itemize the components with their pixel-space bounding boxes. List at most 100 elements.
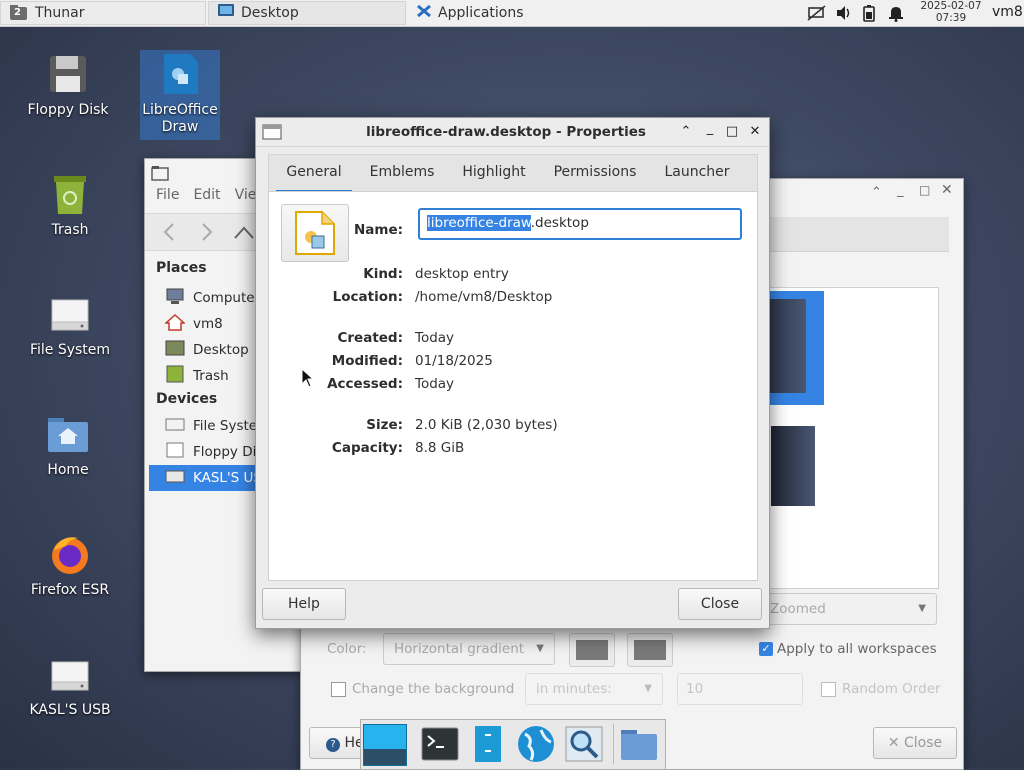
- secondary-color-button[interactable]: [627, 633, 673, 667]
- close-icon[interactable]: ✕: [747, 124, 763, 140]
- general-tab-panel: Name: libreoffice-draw.desktop Kind: des…: [268, 191, 758, 581]
- name-input[interactable]: libreoffice-draw.desktop: [418, 208, 742, 240]
- style-select[interactable]: Zoomed ▼: [763, 593, 937, 625]
- window-menu-icon[interactable]: [262, 123, 282, 145]
- back-arrow-icon[interactable]: [161, 222, 177, 246]
- change-background-label: Change the background: [352, 681, 515, 697]
- taskbar-thunar-label: Thunar: [35, 5, 85, 21]
- tab-permissions[interactable]: Permissions: [546, 154, 644, 190]
- wallpaper-thumbnail-selected[interactable]: [766, 291, 824, 405]
- capacity-value: 8.8 GiB: [415, 440, 465, 456]
- clock-time: 07:39: [935, 12, 967, 24]
- shade-icon[interactable]: ⌃: [678, 124, 694, 140]
- panel-clock[interactable]: 2025-02-07 07:39: [912, 0, 990, 24]
- dock-show-desktop[interactable]: [363, 724, 407, 766]
- dock-web-browser[interactable]: [515, 724, 557, 764]
- desktop-icon-label: Trash: [51, 222, 89, 238]
- desktop-icon-home[interactable]: Home: [18, 412, 118, 478]
- wallpaper-thumbnail[interactable]: [771, 426, 815, 506]
- taskbar-desktop-button[interactable]: Desktop: [208, 1, 406, 25]
- sidebar-item-home[interactable]: vm8: [164, 311, 260, 337]
- accessed-value: Today: [415, 376, 455, 392]
- close-button[interactable]: Close: [678, 588, 762, 620]
- interval-spinbox[interactable]: 10: [677, 673, 803, 705]
- maximize-icon[interactable]: □: [724, 124, 740, 140]
- interval-number: 10: [686, 681, 704, 697]
- maximize-icon[interactable]: □: [919, 183, 930, 197]
- user-name[interactable]: vm8: [992, 4, 1023, 20]
- menu-view[interactable]: Vie: [235, 187, 257, 209]
- tab-launcher-label: Launcher: [664, 164, 730, 180]
- desktop-icon-label: Floppy Disk: [27, 102, 109, 118]
- style-select-value: Zoomed: [770, 601, 826, 617]
- tab-highlight[interactable]: Highlight: [454, 154, 534, 190]
- dock-terminal[interactable]: [419, 724, 461, 764]
- help-button-label: Help: [288, 596, 320, 612]
- sidebar-item-label: Floppy Di: [193, 444, 257, 460]
- dock-folder[interactable]: [617, 724, 659, 764]
- desktop-icon-trash[interactable]: Trash: [20, 172, 120, 238]
- folder-icon: [151, 165, 169, 185]
- sidebar-item-floppy[interactable]: Floppy Di: [165, 439, 257, 465]
- minimize-icon[interactable]: _: [702, 121, 718, 137]
- tab-launcher[interactable]: Launcher: [656, 154, 738, 190]
- primary-color-button[interactable]: [569, 633, 615, 667]
- sidebar-item-trash[interactable]: Trash: [165, 363, 260, 389]
- interval-unit-select[interactable]: in minutes: ▼: [525, 673, 663, 705]
- sidebar-item-file-system[interactable]: File Syste: [165, 413, 257, 439]
- desktop-icon-libreoffice-draw[interactable]: LibreOffice Draw: [140, 50, 220, 140]
- size-value: 2.0 KiB (2,030 bytes): [415, 417, 558, 433]
- forward-arrow-icon[interactable]: [199, 222, 215, 246]
- show-desktop-icon: [364, 725, 406, 769]
- desktop-folder-icon: [165, 339, 185, 361]
- taskbar-thunar-button[interactable]: 2 Thunar: [0, 1, 206, 25]
- random-order-checkbox[interactable]: Random Order: [821, 681, 941, 697]
- tab-emblems-label: Emblems: [369, 164, 435, 180]
- menu-edit[interactable]: Edit: [193, 187, 220, 209]
- desktop-icon-kasls-usb[interactable]: KASL'S USB: [20, 652, 120, 718]
- menu-file[interactable]: File: [156, 187, 179, 209]
- sidebar-item-label: vm8: [193, 316, 223, 332]
- desktop-icon-floppy-disk[interactable]: Floppy Disk: [18, 52, 118, 118]
- desktop-icon-file-system[interactable]: File System: [20, 292, 120, 358]
- network-icon[interactable]: [807, 4, 827, 26]
- libreoffice-draw-icon: [158, 52, 202, 96]
- magnifier-icon: [563, 726, 605, 768]
- applications-menu-button[interactable]: Applications: [408, 1, 608, 25]
- sidebar-item-label: Trash: [193, 368, 229, 384]
- battery-icon[interactable]: [862, 4, 876, 26]
- dialog-titlebar[interactable]: libreoffice-draw.desktop - Properties ⌃ …: [256, 118, 769, 147]
- help-button[interactable]: Help: [262, 588, 346, 620]
- minimize-icon[interactable]: _: [897, 183, 904, 198]
- created-label: Created:: [337, 330, 403, 346]
- sidebar-places-list: Computer vm8 Desktop Trash: [164, 285, 260, 389]
- tab-emblems[interactable]: Emblems: [362, 154, 442, 190]
- apply-all-workspaces-checkbox[interactable]: ✓ Apply to all workspaces: [759, 641, 937, 657]
- name-selected-text: libreoffice-draw: [427, 215, 531, 231]
- created-value: Today: [415, 330, 455, 346]
- settings-close-button[interactable]: ✕ Close: [873, 727, 957, 759]
- desktop-icon: [217, 3, 235, 23]
- volume-icon[interactable]: [835, 5, 853, 25]
- location-label: Location:: [332, 289, 403, 305]
- desktop-icon-firefox[interactable]: Firefox ESR: [20, 532, 120, 598]
- maximize-shade-icon[interactable]: ⌃: [871, 185, 882, 200]
- checkbox-icon: [821, 681, 836, 697]
- tab-general[interactable]: General: [276, 154, 352, 193]
- window-count-badge: 2: [14, 7, 21, 18]
- name-label: Name:: [353, 222, 403, 238]
- close-icon[interactable]: ✕: [941, 182, 953, 198]
- sidebar-item-desktop[interactable]: Desktop: [165, 337, 260, 363]
- capacity-label: Capacity:: [331, 440, 403, 456]
- parent-folder-icon[interactable]: [233, 222, 255, 246]
- devices-header: Devices: [156, 391, 218, 407]
- dock-file-manager[interactable]: [467, 724, 509, 764]
- dialog-title: libreoffice-draw.desktop - Properties: [366, 124, 646, 140]
- color-style-select[interactable]: Horizontal gradient ▼: [383, 633, 555, 665]
- accessed-label: Accessed:: [327, 376, 403, 392]
- change-background-checkbox[interactable]: Change the background: [331, 681, 514, 697]
- dock-search[interactable]: [563, 724, 605, 764]
- notification-bell-icon[interactable]: [888, 4, 904, 26]
- sidebar-item-computer[interactable]: Computer: [165, 285, 260, 311]
- mouse-pointer-icon: [301, 367, 315, 392]
